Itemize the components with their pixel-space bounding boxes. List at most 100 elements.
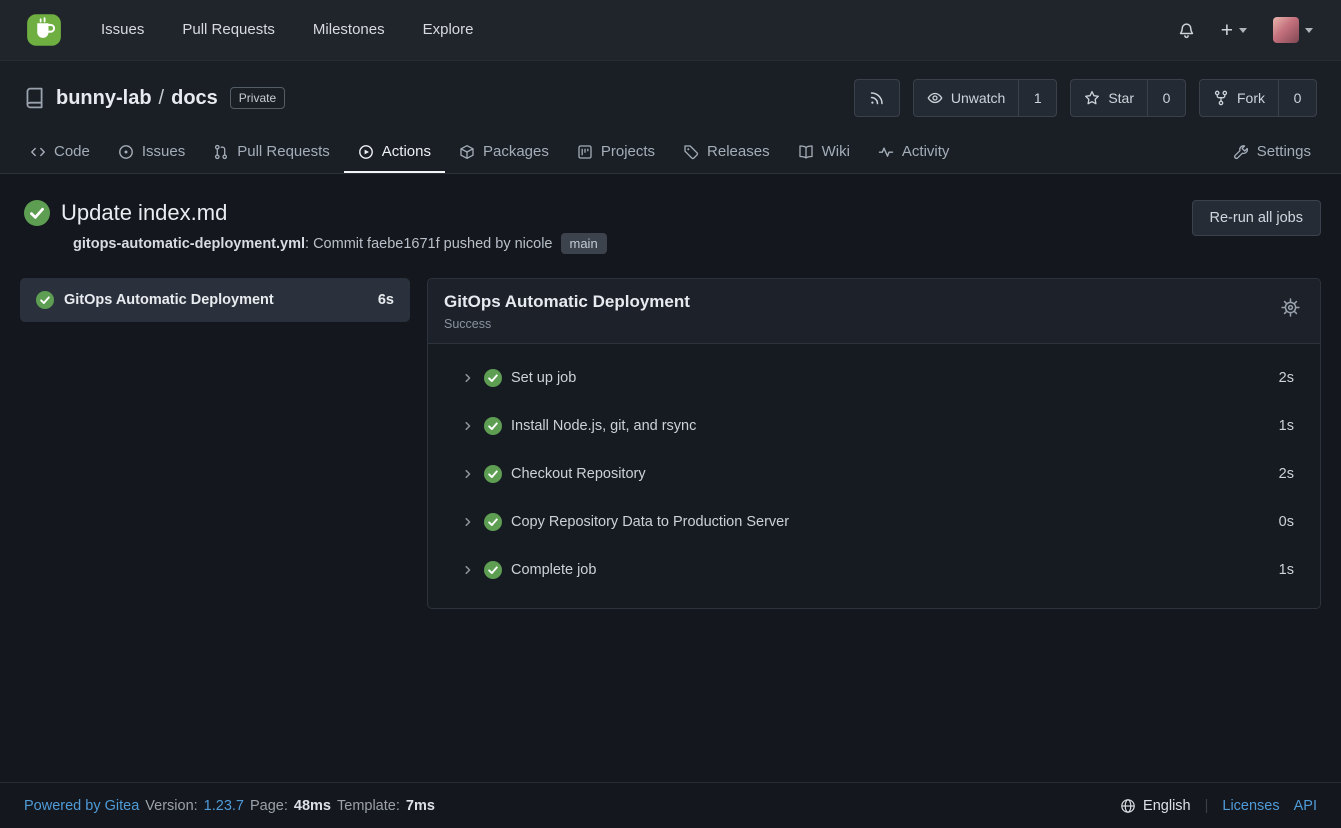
step-row[interactable]: Install Node.js, git, and rsync 1s bbox=[428, 402, 1320, 450]
tab-activity[interactable]: Activity bbox=[864, 131, 964, 173]
job-options-button[interactable] bbox=[1281, 298, 1300, 317]
tab-label: Releases bbox=[707, 143, 770, 160]
nav-issues[interactable]: Issues bbox=[82, 0, 163, 60]
tab-projects[interactable]: Projects bbox=[563, 131, 669, 173]
tab-code[interactable]: Code bbox=[16, 131, 104, 173]
run-header: Update index.md gitops-automatic-deploym… bbox=[20, 200, 1321, 254]
footer-left: Powered by Gitea Version: 1.23.7 Page: 4… bbox=[24, 798, 435, 814]
bell-icon bbox=[1178, 22, 1195, 39]
tab-releases[interactable]: Releases bbox=[669, 131, 784, 173]
rerun-all-jobs-button[interactable]: Re-run all jobs bbox=[1192, 200, 1322, 236]
rss-button[interactable] bbox=[855, 80, 899, 116]
tab-packages[interactable]: Packages bbox=[445, 131, 563, 173]
repo-name-link[interactable]: docs bbox=[171, 87, 218, 110]
step-row[interactable]: Checkout Repository 2s bbox=[428, 450, 1320, 498]
chevron-down-icon bbox=[1305, 28, 1313, 33]
version-link[interactable]: 1.23.7 bbox=[204, 798, 244, 814]
star-button[interactable]: Star bbox=[1071, 80, 1147, 116]
repo-title-row: bunny-lab / docs Private bbox=[24, 79, 1317, 117]
code-icon bbox=[30, 144, 46, 160]
step-name: Complete job bbox=[511, 562, 1270, 578]
step-duration: 2s bbox=[1279, 466, 1294, 482]
repo-owner-link[interactable]: bunny-lab bbox=[56, 87, 152, 110]
tab-issues[interactable]: Issues bbox=[104, 131, 199, 173]
fork-icon bbox=[1213, 90, 1229, 106]
rss-button-group bbox=[854, 79, 900, 117]
unwatch-label: Unwatch bbox=[951, 90, 1005, 106]
globe-icon bbox=[1120, 798, 1136, 814]
fork-button[interactable]: Fork bbox=[1200, 80, 1278, 116]
tab-label: Code bbox=[54, 143, 90, 160]
licenses-link[interactable]: Licenses bbox=[1222, 798, 1279, 814]
tab-settings[interactable]: Settings bbox=[1219, 131, 1325, 173]
language-selector[interactable]: English bbox=[1120, 798, 1191, 814]
job-panel-title: GitOps Automatic Deployment bbox=[444, 292, 690, 312]
template-time: 7ms bbox=[406, 798, 435, 814]
chevron-down-icon bbox=[1239, 28, 1247, 33]
tab-wiki[interactable]: Wiki bbox=[784, 131, 864, 173]
gear-icon bbox=[1281, 298, 1300, 317]
tab-pull-requests[interactable]: Pull Requests bbox=[199, 131, 344, 173]
tag-icon bbox=[683, 144, 699, 160]
pull-request-icon bbox=[213, 144, 229, 160]
run-title: Update index.md bbox=[61, 200, 227, 226]
nav-explore[interactable]: Explore bbox=[404, 0, 493, 60]
gitea-actions-page: Issues Pull Requests Milestones Explore … bbox=[0, 0, 1341, 828]
step-success-check-icon bbox=[484, 369, 502, 387]
page-time: 48ms bbox=[294, 798, 331, 814]
rss-icon bbox=[869, 90, 885, 106]
step-success-check-icon bbox=[484, 561, 502, 579]
job-name: GitOps Automatic Deployment bbox=[64, 292, 368, 308]
step-success-check-icon bbox=[484, 465, 502, 483]
star-label: Star bbox=[1108, 90, 1134, 106]
chevron-right-icon bbox=[461, 515, 475, 529]
page-label: Page: bbox=[250, 798, 288, 814]
watchers-count[interactable]: 1 bbox=[1018, 80, 1056, 116]
template-label: Template: bbox=[337, 798, 400, 814]
tab-label: Activity bbox=[902, 143, 950, 160]
unwatch-button[interactable]: Unwatch bbox=[914, 80, 1018, 116]
step-success-check-icon bbox=[484, 513, 502, 531]
step-duration: 2s bbox=[1279, 370, 1294, 386]
stars-count[interactable]: 0 bbox=[1147, 80, 1185, 116]
tab-label: Settings bbox=[1257, 143, 1311, 160]
eye-icon bbox=[927, 90, 943, 106]
nav-right: + bbox=[1172, 11, 1327, 49]
jobs-list: GitOps Automatic Deployment 6s bbox=[20, 278, 410, 322]
powered-by-gitea-link[interactable]: Powered by Gitea bbox=[24, 798, 139, 814]
settings-tools-icon bbox=[1233, 144, 1249, 160]
main-content: Update index.md gitops-automatic-deploym… bbox=[0, 174, 1341, 782]
api-link[interactable]: API bbox=[1294, 798, 1317, 814]
step-row[interactable]: Copy Repository Data to Production Serve… bbox=[428, 498, 1320, 546]
language-label: English bbox=[1143, 798, 1191, 814]
issue-icon bbox=[118, 144, 134, 160]
avatar bbox=[1273, 17, 1299, 43]
create-new-button[interactable]: + bbox=[1215, 14, 1253, 47]
job-panel-header: GitOps Automatic Deployment Success bbox=[428, 279, 1320, 344]
step-name: Copy Repository Data to Production Serve… bbox=[511, 514, 1270, 530]
chevron-right-icon bbox=[461, 563, 475, 577]
nav-pull-requests[interactable]: Pull Requests bbox=[163, 0, 294, 60]
forks-count[interactable]: 0 bbox=[1278, 80, 1316, 116]
step-name: Install Node.js, git, and rsync bbox=[511, 418, 1270, 434]
job-list-item[interactable]: GitOps Automatic Deployment 6s bbox=[20, 278, 410, 322]
gitea-logo-icon bbox=[26, 12, 62, 48]
fork-label: Fork bbox=[1237, 90, 1265, 106]
user-menu[interactable] bbox=[1267, 11, 1319, 49]
chevron-right-icon bbox=[461, 371, 475, 385]
step-row[interactable]: Complete job 1s bbox=[428, 546, 1320, 594]
step-name: Set up job bbox=[511, 370, 1270, 386]
gitea-logo[interactable] bbox=[26, 12, 62, 48]
nav-milestones[interactable]: Milestones bbox=[294, 0, 404, 60]
step-row[interactable]: Set up job 2s bbox=[428, 354, 1320, 402]
steps-list: Set up job 2s Install Node.js, git, and … bbox=[428, 344, 1320, 608]
notifications-button[interactable] bbox=[1172, 16, 1201, 45]
branch-badge[interactable]: main bbox=[561, 233, 607, 254]
job-success-check-icon bbox=[36, 291, 54, 309]
chevron-right-icon bbox=[461, 467, 475, 481]
step-duration: 1s bbox=[1279, 562, 1294, 578]
tab-actions[interactable]: Actions bbox=[344, 131, 445, 173]
star-button-group: Star 0 bbox=[1070, 79, 1186, 117]
run-title-row: Update index.md bbox=[24, 200, 607, 226]
tab-label: Actions bbox=[382, 143, 431, 160]
